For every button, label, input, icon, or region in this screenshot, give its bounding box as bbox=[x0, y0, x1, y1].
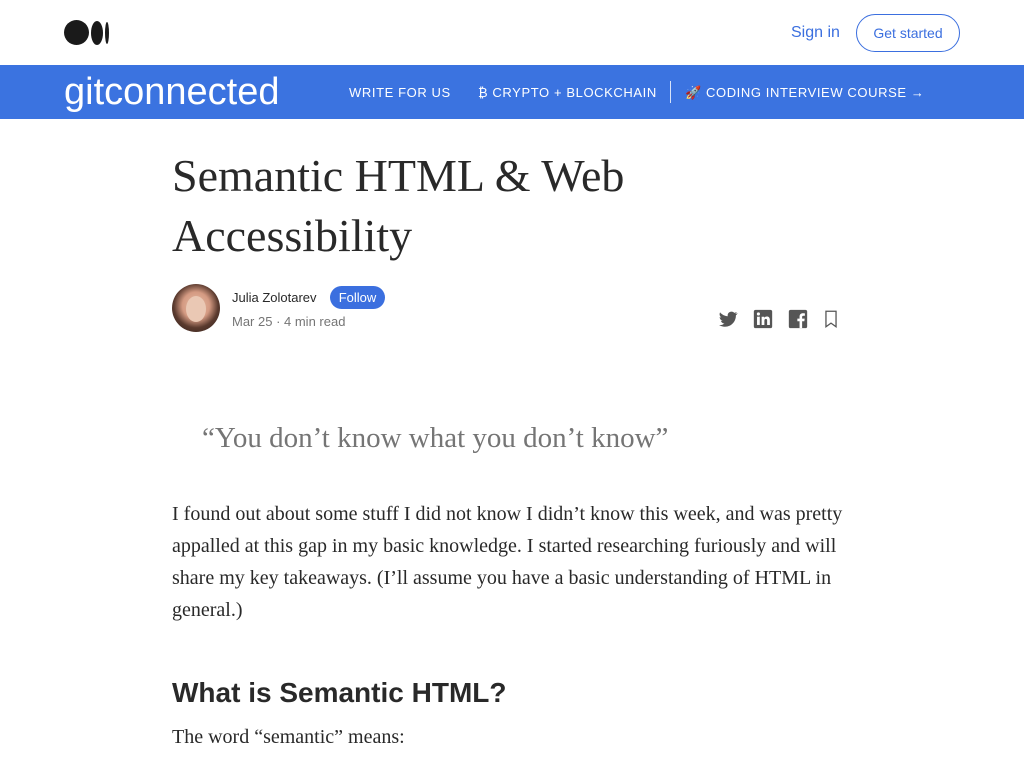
intro-paragraph: I found out about some stuff I did not k… bbox=[172, 503, 843, 621]
article-meta: Mar 25 · 4 min read bbox=[232, 314, 346, 329]
author-name[interactable]: Julia Zolotarev bbox=[232, 290, 317, 306]
nav-divider bbox=[670, 81, 671, 103]
section-paragraph: The word “semantic” means: bbox=[172, 726, 405, 748]
nav-crypto-blockchain[interactable]: ₿ CRYPTO + BLOCKCHAIN bbox=[478, 85, 657, 101]
twitter-icon[interactable] bbox=[717, 308, 739, 330]
nav-coding-interview-course[interactable]: 🚀 CODING INTERVIEW COURSE → bbox=[685, 85, 924, 101]
article-title: Semantic HTML & Web Accessibility bbox=[172, 150, 625, 261]
top-bar: Sign in Get started bbox=[0, 0, 1024, 65]
get-started-button[interactable]: Get started bbox=[856, 14, 960, 52]
section-heading: What is Semantic HTML? bbox=[172, 677, 507, 708]
publication-bar: gitconnected WRITE FOR US ₿ CRYPTO + BLO… bbox=[0, 65, 1024, 119]
sign-in-link[interactable]: Sign in bbox=[791, 23, 840, 43]
publication-logo[interactable]: gitconnected bbox=[64, 69, 280, 115]
author-avatar[interactable] bbox=[172, 284, 220, 332]
bookmark-icon[interactable] bbox=[820, 308, 842, 330]
pull-quote: “You don’t know what you don’t know” bbox=[202, 422, 669, 454]
medium-logo-icon[interactable] bbox=[64, 20, 110, 45]
nav-write-for-us[interactable]: WRITE FOR US bbox=[349, 85, 451, 101]
linkedin-icon[interactable] bbox=[752, 308, 774, 330]
facebook-icon[interactable] bbox=[787, 308, 809, 330]
follow-button[interactable]: Follow bbox=[330, 286, 385, 309]
